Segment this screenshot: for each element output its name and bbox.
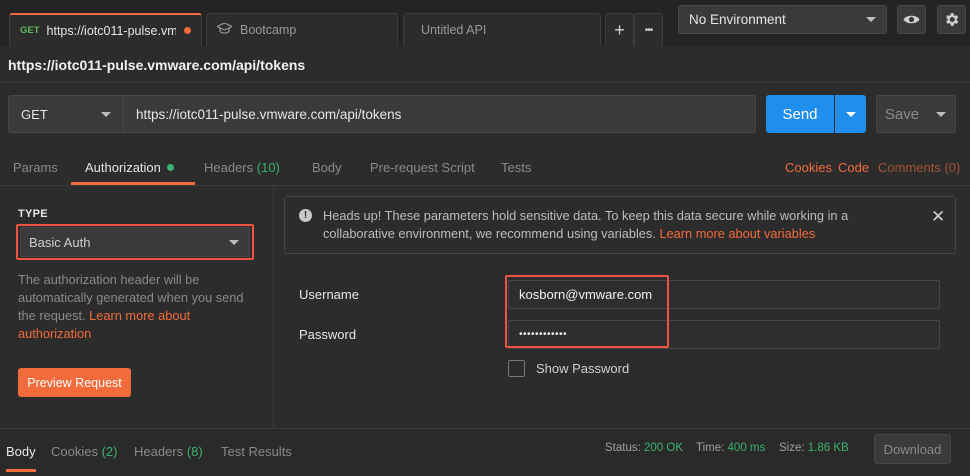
environment-quick-look-button[interactable] <box>897 5 926 34</box>
tab-pre-request-script[interactable]: Pre-request Script <box>370 160 475 175</box>
graduation-cap-icon <box>215 22 234 37</box>
chevron-down-icon <box>866 17 876 22</box>
send-button[interactable]: Send <box>766 95 834 133</box>
tab-body[interactable]: Body <box>312 160 342 175</box>
save-button[interactable]: Save <box>876 95 928 133</box>
code-link[interactable]: Code <box>838 160 869 175</box>
size-value: 1.86 KB <box>807 442 849 454</box>
show-password-checkbox[interactable] <box>508 360 525 377</box>
more-icon: ••• <box>644 24 653 36</box>
response-tab-headers[interactable]: Headers (8) <box>134 444 203 459</box>
tab-headers[interactable]: Headers (10) <box>204 160 280 175</box>
highlight-box <box>505 275 669 348</box>
send-options-button[interactable] <box>835 95 866 133</box>
new-tab-button[interactable]: + <box>605 13 634 46</box>
time-label: Time: <box>696 442 725 454</box>
show-password-label[interactable]: Show Password <box>536 361 629 376</box>
time-value: 400 ms <box>727 442 766 454</box>
status-value: 200 OK <box>644 442 684 454</box>
cookies-link[interactable]: Cookies <box>785 160 832 175</box>
plus-icon: + <box>614 19 625 40</box>
method-value: GET <box>21 106 48 122</box>
tab-label: https://iotc011-pulse.vmwa <box>46 23 176 38</box>
tab-method: GET <box>20 25 40 36</box>
tab-menu-button[interactable]: ••• <box>634 13 663 46</box>
status-readout: Status: 200 OK <box>605 442 683 454</box>
tab-label: Headers <box>204 160 254 175</box>
learn-more-variables-link[interactable]: Learn more about variables <box>659 226 815 241</box>
chevron-down-icon <box>845 111 856 117</box>
url-input[interactable]: https://iotc011-pulse.vmware.com/api/tok… <box>123 95 756 133</box>
chevron-down-icon <box>936 111 946 117</box>
time-readout: Time: 400 ms <box>696 442 765 454</box>
tab-label: Untitled API <box>421 23 487 37</box>
highlight-box <box>16 224 254 260</box>
environment-select[interactable]: No Environment <box>678 5 887 34</box>
tab-count: (8) <box>186 444 203 459</box>
type-label: TYPE <box>18 208 48 220</box>
unsaved-dot-icon <box>184 27 191 34</box>
tab-label: Authorization <box>85 160 161 175</box>
gear-icon <box>946 13 959 26</box>
notice-text: Heads up! These parameters hold sensitiv… <box>323 207 923 243</box>
response-tab-test-results[interactable]: Test Results <box>221 444 292 459</box>
save-options-button[interactable] <box>927 95 956 133</box>
tab-count: (10) <box>256 160 280 175</box>
comments-link[interactable]: Comments (0) <box>878 160 960 175</box>
size-label: Size: <box>779 442 805 454</box>
request-tab-bootcamp[interactable]: Bootcamp <box>206 13 398 46</box>
tab-label: Cookies <box>51 444 98 459</box>
request-tab-untitled-api[interactable]: Untitled API <box>403 13 601 46</box>
download-button[interactable]: Download <box>874 434 951 464</box>
tab-label: Bootcamp <box>240 23 297 37</box>
tab-label: Headers <box>134 444 184 459</box>
request-tab-active[interactable]: GET https://iotc011-pulse.vmwa <box>9 13 202 46</box>
response-tab-cookies[interactable]: Cookies (2) <box>51 444 117 459</box>
size-readout: Size: 1.86 KB <box>779 442 849 454</box>
manage-environments-button[interactable] <box>937 5 966 34</box>
password-label: Password <box>299 327 357 342</box>
status-label: Status: <box>605 442 641 454</box>
status-dot-icon <box>166 164 174 171</box>
tab-authorization[interactable]: Authorization <box>85 160 174 175</box>
method-select[interactable]: GET <box>8 95 124 133</box>
exclamation-icon: ! <box>299 209 312 222</box>
preview-request-button[interactable]: Preview Request <box>18 368 131 397</box>
tab-tests[interactable]: Tests <box>501 160 531 175</box>
active-tab-indicator <box>6 469 36 472</box>
tab-params[interactable]: Params <box>13 160 58 175</box>
chevron-down-icon <box>101 111 111 117</box>
username-label: Username <box>299 287 359 302</box>
environment-value: No Environment <box>689 12 786 27</box>
auth-description: The authorization header will be automat… <box>18 271 258 343</box>
request-title: https://iotc011-pulse.vmware.com/api/tok… <box>8 57 306 73</box>
response-tab-body[interactable]: Body <box>6 444 36 459</box>
eye-icon <box>903 15 920 24</box>
divider <box>0 82 970 83</box>
close-icon[interactable]: ✕ <box>931 207 945 227</box>
tab-count: (2) <box>101 444 118 459</box>
